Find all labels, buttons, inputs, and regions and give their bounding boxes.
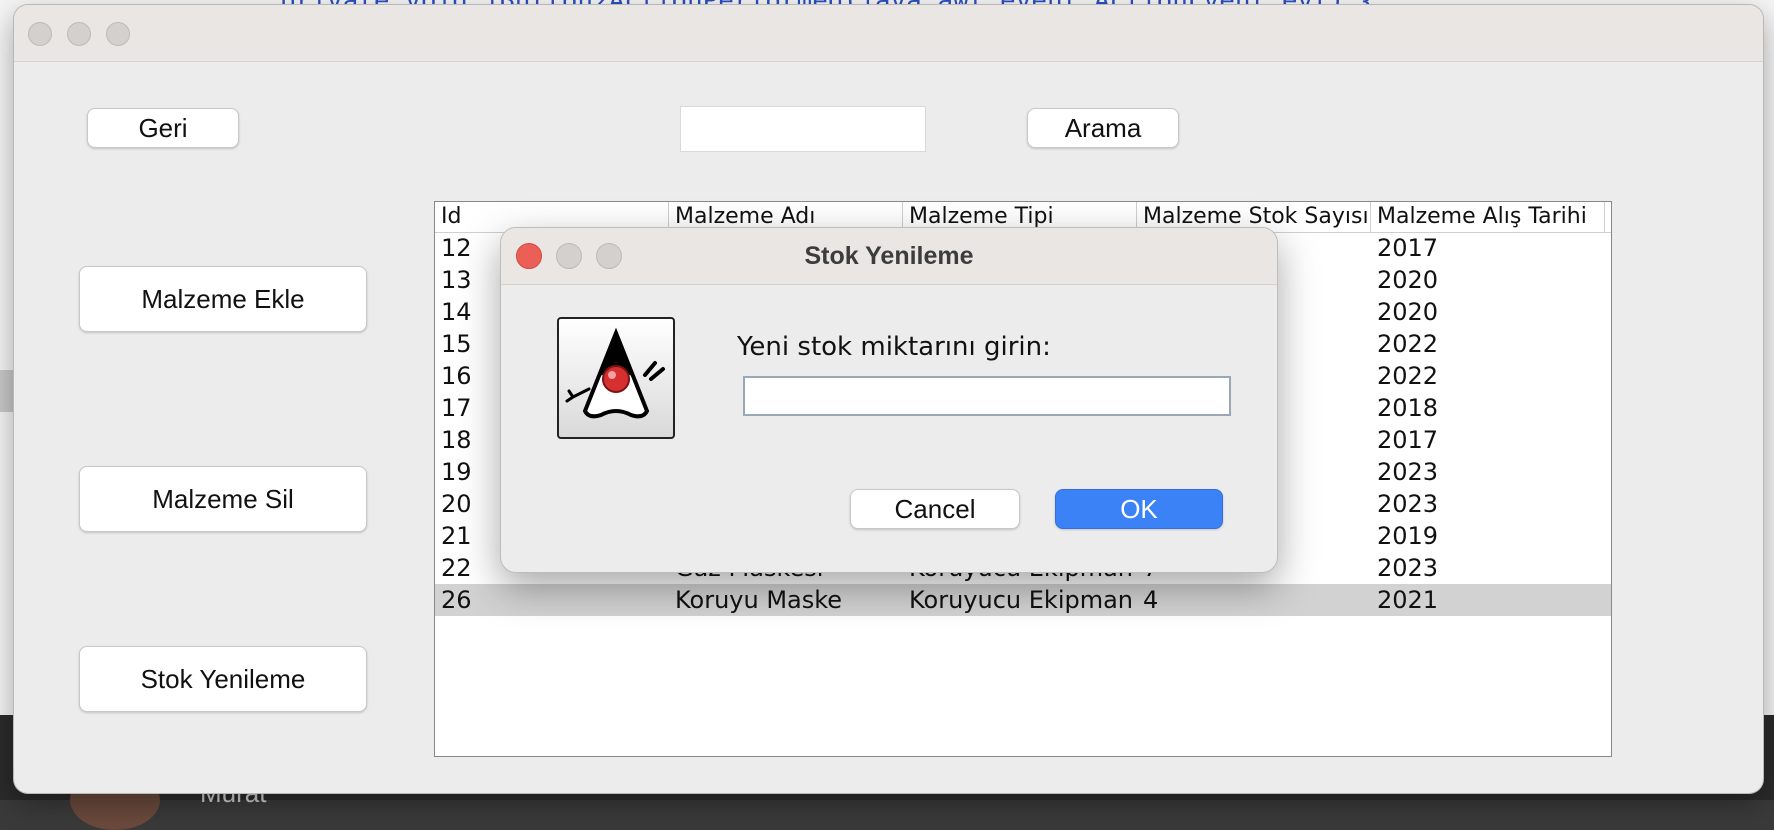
- table-cell-date: 2021: [1377, 586, 1439, 614]
- ok-button[interactable]: OK: [1055, 489, 1223, 529]
- table-cell-name: Koruyu Maske: [675, 586, 843, 614]
- dialog-titlebar: Stok Yenileme: [501, 228, 1277, 285]
- cancel-button[interactable]: Cancel: [850, 489, 1020, 529]
- table-cell-date: 2022: [1377, 362, 1439, 390]
- window-titlebar: [14, 5, 1763, 62]
- table-cell-date: 2022: [1377, 330, 1439, 358]
- delete-material-button[interactable]: Malzeme Sil: [79, 466, 367, 532]
- column-header-date[interactable]: Malzeme Alış Tarihi: [1371, 202, 1605, 232]
- table-cell-date: 2019: [1377, 522, 1439, 550]
- table-cell-date: 2017: [1377, 234, 1439, 262]
- dialog-prompt-label: Yeni stok miktarını girin:: [737, 332, 1051, 362]
- table-cell-id: 26: [441, 586, 472, 614]
- dialog-title: Stok Yenileme: [804, 242, 974, 270]
- table-cell-stock: 4: [1143, 586, 1159, 614]
- table-cell-date: 2023: [1377, 554, 1439, 582]
- table-cell-date: 2017: [1377, 426, 1439, 454]
- table-cell-date: 2020: [1377, 298, 1439, 326]
- search-button[interactable]: Arama: [1027, 108, 1179, 148]
- table-cell-type: Koruyucu Ekipman: [909, 586, 1134, 614]
- window-zoom-button[interactable]: [106, 22, 130, 46]
- stock-amount-input[interactable]: [743, 376, 1231, 416]
- table-row[interactable]: 26 Koruyu Maske Koruyucu Ekipman 4 2021: [435, 584, 1611, 616]
- table-cell-date: 2018: [1377, 394, 1439, 422]
- table-cell-date: 2023: [1377, 490, 1439, 518]
- add-material-button[interactable]: Malzeme Ekle: [79, 266, 367, 332]
- table-cell-date: 2023: [1377, 458, 1439, 486]
- window-close-button[interactable]: [28, 22, 52, 46]
- restock-dialog: Stok Yenileme Yeni stok miktarını girin:…: [500, 227, 1278, 573]
- java-duke-icon: [557, 317, 675, 439]
- restock-button[interactable]: Stok Yenileme: [79, 646, 367, 712]
- window-minimize-button[interactable]: [67, 22, 91, 46]
- search-input[interactable]: [680, 106, 926, 152]
- table-cell-date: 2020: [1377, 266, 1439, 294]
- back-button[interactable]: Geri: [87, 108, 239, 148]
